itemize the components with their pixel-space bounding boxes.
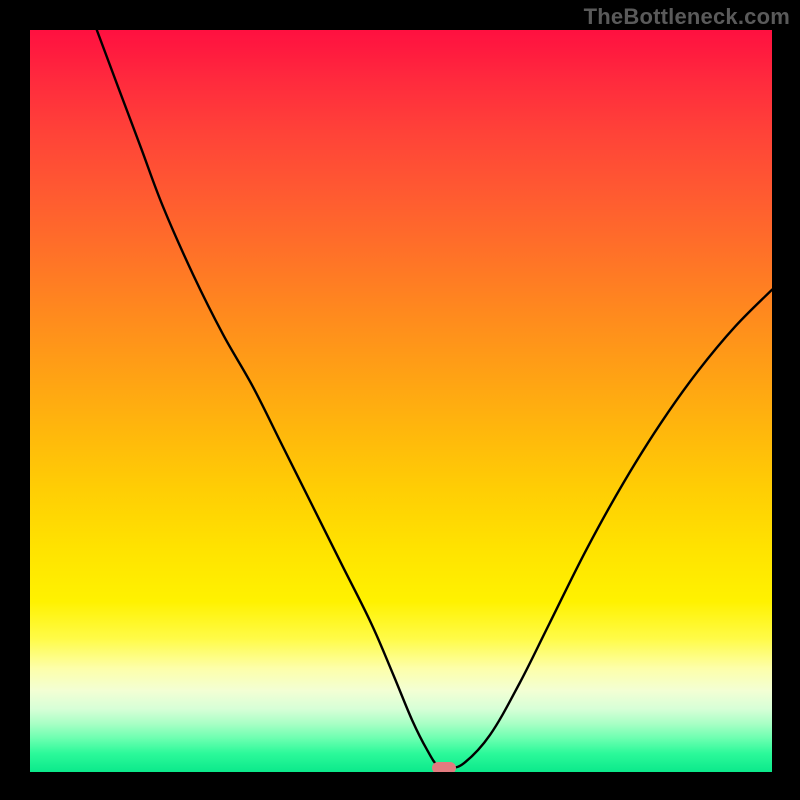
watermark-text: TheBottleneck.com: [584, 4, 790, 30]
plot-area: [30, 30, 772, 772]
chart-frame: TheBottleneck.com: [0, 0, 800, 800]
bottleneck-curve: [30, 30, 772, 772]
vertex-marker: [432, 762, 456, 772]
